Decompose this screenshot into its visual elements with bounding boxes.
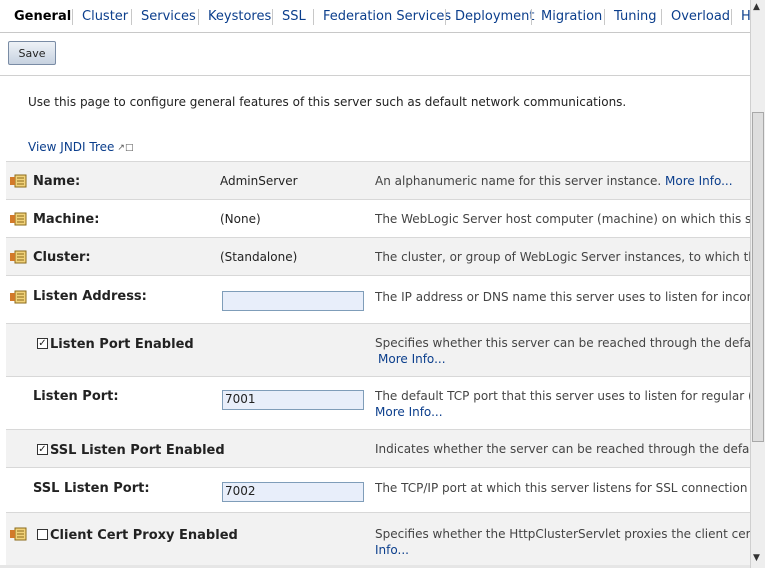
external-link-icon: ↗□ bbox=[117, 142, 134, 153]
client-cert-proxy-more-info-link[interactable]: Info... bbox=[375, 543, 409, 557]
ssl-listen-port-input[interactable]: 7002 bbox=[222, 482, 364, 502]
listen-address-description: The IP address or DNS name this server u… bbox=[375, 290, 750, 304]
tab-bar: General Cluster Services Keystores SSL F… bbox=[0, 0, 750, 33]
jndi-link-label[interactable]: View JNDI Tree bbox=[28, 140, 114, 154]
view-jndi-tree-link[interactable]: View JNDI Tree ↗□ bbox=[28, 140, 133, 154]
save-button[interactable]: Save bbox=[8, 41, 56, 65]
listen-port-description: The default TCP port that this server us… bbox=[375, 389, 750, 403]
cluster-description: The cluster, or group of WebLogic Server… bbox=[375, 250, 750, 264]
tab-separator bbox=[198, 9, 199, 25]
tab-keystores[interactable]: Keystores bbox=[208, 9, 271, 24]
toolbar: Save bbox=[0, 33, 750, 76]
tab-separator bbox=[272, 9, 273, 25]
tab-services[interactable]: Services bbox=[141, 9, 196, 24]
tab-separator bbox=[72, 9, 73, 25]
tab-cluster[interactable]: Cluster bbox=[82, 9, 128, 24]
tab-federation-services[interactable]: Federation Services bbox=[323, 9, 451, 24]
tab-ssl[interactable]: SSL bbox=[282, 9, 306, 24]
row-client-cert-proxy-enabled: Client Cert Proxy Enabled Specifies whet… bbox=[6, 512, 750, 566]
listen-port-input[interactable]: 7001 bbox=[222, 390, 364, 410]
config-icon bbox=[10, 527, 27, 541]
tab-deployment[interactable]: Deployment bbox=[455, 9, 535, 24]
scrollbar-thumb[interactable] bbox=[752, 112, 764, 442]
name-description: An alphanumeric name for this server ins… bbox=[375, 174, 750, 188]
tab-separator bbox=[731, 9, 732, 25]
listen-port-label: Listen Port: bbox=[33, 389, 119, 404]
row-listen-address: Listen Address: The IP address or DNS na… bbox=[6, 275, 750, 324]
name-value: AdminServer bbox=[220, 174, 298, 188]
client-cert-proxy-enabled-description: Specifies whether the HttpClusterServlet… bbox=[375, 527, 750, 541]
tab-separator bbox=[445, 9, 446, 25]
row-machine: Machine: (None) The WebLogic Server host… bbox=[6, 199, 750, 238]
client-cert-proxy-enabled-checkbox[interactable] bbox=[37, 529, 48, 540]
row-cluster: Cluster: (Standalone) The cluster, or gr… bbox=[6, 237, 750, 276]
client-cert-proxy-enabled-label: Client Cert Proxy Enabled bbox=[50, 528, 238, 543]
listen-address-label: Listen Address: bbox=[33, 289, 147, 304]
ssl-listen-port-enabled-description: Indicates whether the server can be reac… bbox=[375, 442, 750, 456]
config-icon bbox=[10, 290, 27, 304]
machine-label: Machine: bbox=[33, 212, 100, 227]
machine-value: (None) bbox=[220, 212, 261, 226]
name-label: Name: bbox=[33, 174, 81, 189]
ssl-listen-port-label: SSL Listen Port: bbox=[33, 481, 150, 496]
ssl-listen-port-description: The TCP/IP port at which this server lis… bbox=[375, 481, 750, 495]
cluster-value: (Standalone) bbox=[220, 250, 298, 264]
ssl-listen-port-enabled-checkbox[interactable]: ✓ bbox=[37, 444, 48, 455]
config-icon bbox=[10, 250, 27, 264]
name-more-info-link[interactable]: More Info... bbox=[665, 174, 733, 188]
ssl-listen-port-enabled-label: SSL Listen Port Enabled bbox=[50, 443, 225, 458]
row-name: Name: AdminServer An alphanumeric name f… bbox=[6, 161, 750, 200]
row-listen-port-enabled: ✓ Listen Port Enabled Specifies whether … bbox=[6, 323, 750, 377]
listen-port-enabled-description: Specifies whether this server can be rea… bbox=[375, 336, 750, 350]
machine-description: The WebLogic Server host computer (machi… bbox=[375, 212, 750, 226]
listen-port-enabled-more-info-link[interactable]: More Info... bbox=[378, 352, 446, 366]
tab-migration[interactable]: Migration bbox=[541, 9, 602, 24]
listen-port-more-info-link[interactable]: More Info... bbox=[375, 405, 443, 419]
config-icon bbox=[10, 174, 27, 188]
tab-overload[interactable]: Overload bbox=[671, 9, 730, 24]
tab-health[interactable]: H bbox=[741, 9, 750, 24]
tab-separator bbox=[531, 9, 532, 25]
name-desc-text: An alphanumeric name for this server ins… bbox=[375, 174, 662, 188]
tab-separator bbox=[131, 9, 132, 25]
intro-text: Use this page to configure general featu… bbox=[28, 95, 627, 109]
row-ssl-listen-port-enabled: ✓ SSL Listen Port Enabled Indicates whet… bbox=[6, 429, 750, 468]
vertical-scrollbar[interactable]: ▲ ▼ bbox=[750, 0, 765, 568]
scroll-down-arrow-icon[interactable]: ▼ bbox=[753, 553, 760, 563]
tab-separator bbox=[661, 9, 662, 25]
listen-address-input[interactable] bbox=[222, 291, 364, 311]
tab-general[interactable]: General bbox=[14, 9, 71, 24]
listen-port-enabled-checkbox[interactable]: ✓ bbox=[37, 338, 48, 349]
scroll-up-arrow-icon[interactable]: ▲ bbox=[753, 2, 760, 12]
tab-separator bbox=[604, 9, 605, 25]
listen-port-enabled-label: Listen Port Enabled bbox=[50, 337, 194, 352]
cluster-label: Cluster: bbox=[33, 250, 91, 265]
row-listen-port: Listen Port: 7001 The default TCP port t… bbox=[6, 376, 750, 430]
tab-tuning[interactable]: Tuning bbox=[614, 9, 657, 24]
row-ssl-listen-port: SSL Listen Port: 7002 The TCP/IP port at… bbox=[6, 467, 750, 513]
tab-separator bbox=[313, 9, 314, 25]
config-icon bbox=[10, 212, 27, 226]
